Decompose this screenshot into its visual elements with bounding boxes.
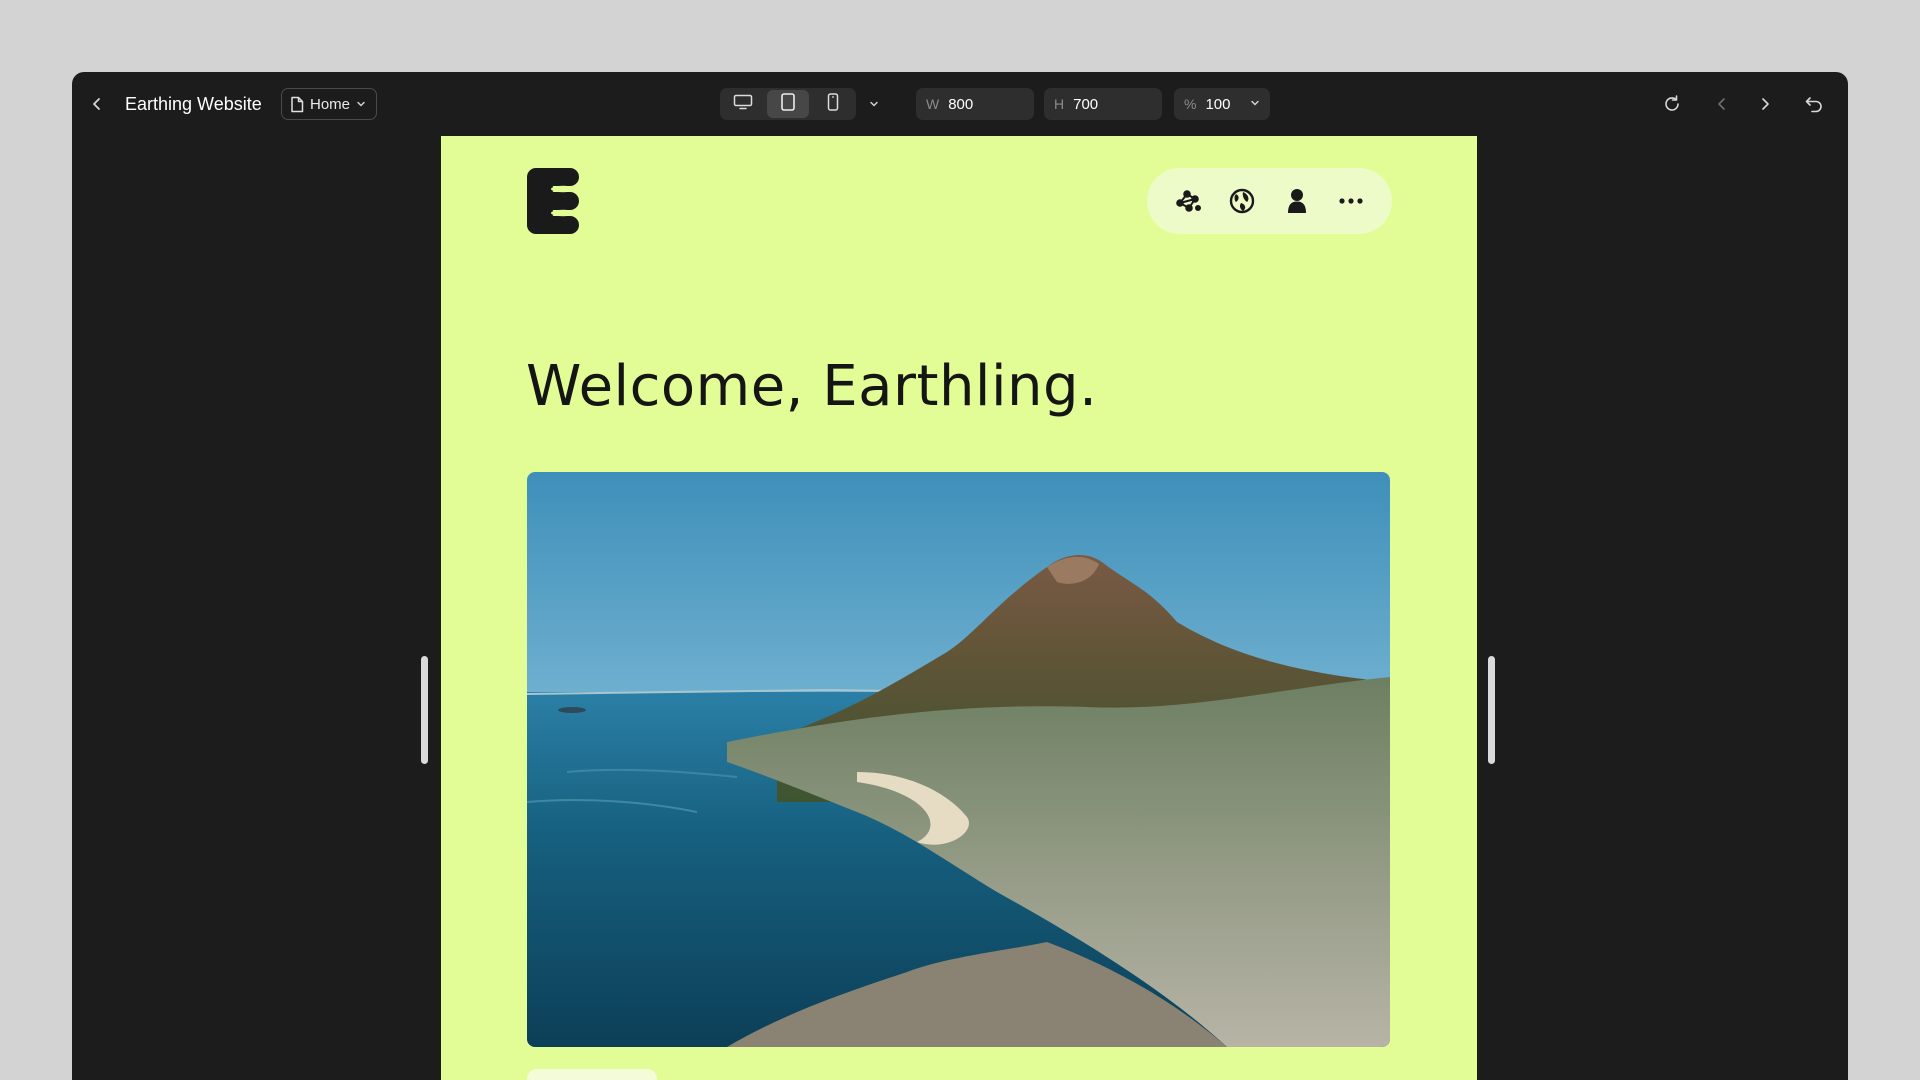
- device-menu-chevron-icon[interactable]: [864, 94, 884, 114]
- site-preview-canvas: Welcome, Earthling.: [441, 136, 1477, 1080]
- width-input[interactable]: W 800: [916, 88, 1034, 120]
- chevron-down-icon: [356, 99, 366, 109]
- chevron-down-icon: [1250, 95, 1260, 112]
- height-value: 700: [1073, 95, 1099, 113]
- zoom-value: 100: [1205, 95, 1231, 113]
- tablet-button[interactable]: [766, 90, 810, 118]
- toolbar: Earthing Website Home W 800 H 700 % 100: [72, 72, 1848, 136]
- forward-icon[interactable]: [1751, 90, 1779, 118]
- resize-handle-left[interactable]: [421, 656, 428, 764]
- project-title: Earthing Website: [125, 94, 262, 114]
- mobile-icon: [827, 92, 839, 116]
- desktop-icon: [733, 94, 753, 115]
- content-peek: [527, 1069, 657, 1080]
- user-icon[interactable]: [1277, 181, 1317, 221]
- tablet-icon: [780, 92, 796, 116]
- height-label: H: [1054, 96, 1065, 112]
- width-label: W: [926, 96, 940, 112]
- height-input[interactable]: H 700: [1044, 88, 1162, 120]
- site-nav: [1147, 168, 1392, 234]
- zoom-select[interactable]: % 100: [1174, 88, 1270, 120]
- desktop-button[interactable]: [722, 90, 765, 118]
- back-chevron-icon[interactable]: [82, 89, 112, 119]
- hero-image: [527, 472, 1390, 1047]
- page-selector-label: Home: [310, 95, 351, 113]
- resize-handle-right[interactable]: [1488, 656, 1495, 764]
- globe-icon[interactable]: [1222, 181, 1262, 221]
- refresh-icon[interactable]: [1658, 90, 1686, 118]
- page-headline: Welcome, Earthling.: [526, 354, 1098, 419]
- app-window: Earthing Website Home W 800 H 700 % 100 …: [72, 72, 1848, 1080]
- device-switcher: [720, 88, 856, 120]
- back-icon[interactable]: [1708, 90, 1736, 118]
- page-selector[interactable]: Home: [281, 88, 378, 120]
- earthling-logo[interactable]: [527, 168, 579, 234]
- undo-icon[interactable]: [1800, 90, 1828, 118]
- constellation-icon[interactable]: [1168, 181, 1208, 221]
- more-icon[interactable]: [1331, 181, 1371, 221]
- zoom-label: %: [1184, 96, 1197, 112]
- width-value: 800: [948, 95, 974, 113]
- mobile-button[interactable]: [811, 90, 854, 118]
- page-icon: [290, 96, 304, 113]
